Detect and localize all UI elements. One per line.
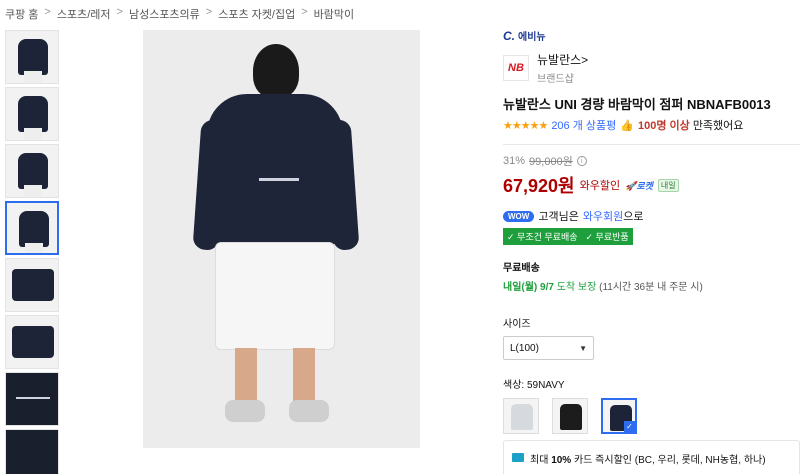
product-info-panel: C. 에비뉴 NB 뉴발란스> 브랜드샵 뉴발란스 UNI 경량 바람막이 점퍼… [503, 28, 800, 434]
tomorrow-badge: 내일 [657, 178, 679, 192]
rating-row: ★★★★★ 206 개 상품평 👍 100명 이상 만족했어요 [503, 117, 800, 133]
wow-badge: WOW [503, 210, 535, 222]
thumbnail-image[interactable] [5, 144, 59, 198]
brand-shop-label: 브랜드샵 [537, 74, 574, 85]
breadcrumb-item[interactable]: 남성스포츠의류 [129, 6, 200, 22]
delivery-estimate: 내일(월) 9/7 도착 보장 (11시간 36분 내 주문 시) [503, 282, 703, 293]
breadcrumb-item[interactable]: 바람막이 [314, 6, 354, 22]
brand-logo[interactable]: NB [503, 55, 529, 81]
breadcrumb-item[interactable]: 스포츠 자켓/집업 [218, 6, 295, 22]
breadcrumb: 쿠팡 홈 > 스포츠/레저 > 남성스포츠의류 > 스포츠 자켓/집업 > 바람… [5, 6, 354, 22]
thumbs-up-icon: 👍 [620, 119, 634, 132]
size-label: 사이즈 [503, 319, 531, 330]
card-discount-banner[interactable]: 최대 10% 카드 즉시할인 (BC, 우리, 롯데, NH농협, 하나) [503, 440, 800, 474]
breadcrumb-separator: > [205, 6, 213, 18]
satisfaction-text: 100명 이상 만족했어요 [637, 120, 744, 132]
avenue-logo-text: 에비뉴 [518, 32, 546, 43]
breadcrumb-separator: > [301, 6, 308, 18]
brand-name-link[interactable]: 뉴발란스> [537, 51, 588, 68]
wow-member-row: WOW 고객님은 와우회원 으로 [503, 208, 800, 224]
chevron-down-icon: ▼ [579, 343, 587, 353]
color-label: 색상: 59NAVY [503, 380, 565, 391]
star-rating-icon: ★★★★★ [503, 119, 548, 132]
discount-row: 31% 99,000원 i [503, 153, 800, 169]
thumbnail-image[interactable] [5, 87, 59, 141]
price-row: 67,920원 와우할인 🚀로켓 내일 [503, 172, 800, 198]
avenue-logo[interactable]: C. 에비뉴 [503, 28, 800, 44]
color-swatch[interactable] [552, 398, 588, 434]
divider [503, 144, 800, 145]
breadcrumb-item[interactable]: 스포츠/레저 [57, 6, 111, 22]
color-swatch-selected[interactable]: ✓ [601, 398, 637, 434]
thumbnail-image-selected[interactable] [5, 201, 59, 255]
avenue-logo-mark: C. [503, 28, 515, 43]
color-swatch[interactable] [503, 398, 539, 434]
chevron-right-icon: > [581, 53, 589, 67]
thumbnail-list [5, 30, 59, 474]
wow-member-link[interactable]: 와우회원 [583, 208, 623, 224]
sale-price: 67,920원 [503, 176, 575, 196]
review-count-link[interactable]: 206 개 상품평 [551, 117, 616, 133]
thumbnail-image[interactable] [5, 315, 59, 369]
product-title: 뉴발란스 UNI 경량 바람막이 점퍼 NBNAFB0013 [503, 97, 771, 112]
credit-card-icon [512, 453, 524, 462]
info-icon[interactable]: i [576, 156, 587, 166]
thumbnail-image[interactable] [5, 429, 59, 474]
discount-rate: 31% [503, 155, 526, 167]
thumbnail-image[interactable] [5, 258, 59, 312]
check-icon: ✓ [624, 421, 635, 432]
color-swatches: ✓ [503, 398, 800, 434]
breadcrumb-separator: > [44, 6, 51, 18]
size-select-value: L(100) [510, 342, 539, 354]
size-select[interactable]: L(100) ▼ [503, 336, 594, 360]
brand-row: NB 뉴발란스> 브랜드샵 [503, 51, 800, 85]
new-balance-logo-icon: NB [508, 62, 524, 74]
main-product-image[interactable] [143, 30, 420, 448]
rocket-delivery-badge: 🚀로켓 [625, 180, 653, 191]
shipping-title: 무료배송 [503, 263, 540, 274]
original-price: 99,000원 [529, 156, 573, 168]
wow-discount-label: 와우할인 [579, 180, 621, 192]
wow-perks: ✓ 무조건 무료배송 ✓ 무료반품 [503, 228, 800, 245]
price-block: 31% 99,000원 i 67,920원 와우할인 🚀로켓 내일 [503, 153, 800, 198]
thumbnail-image[interactable] [5, 372, 59, 426]
free-shipping-perk: ✓ 무조건 무료배송 [503, 228, 582, 245]
thumbnail-image[interactable] [5, 30, 59, 84]
card-offer-text: 최대 10% 카드 즉시할인 (BC, 우리, 롯데, NH농협, 하나) [530, 455, 766, 466]
breadcrumb-separator: > [116, 6, 123, 18]
free-return-perk: ✓ 무료반품 [581, 228, 633, 245]
breadcrumb-item[interactable]: 쿠팡 홈 [5, 6, 38, 22]
